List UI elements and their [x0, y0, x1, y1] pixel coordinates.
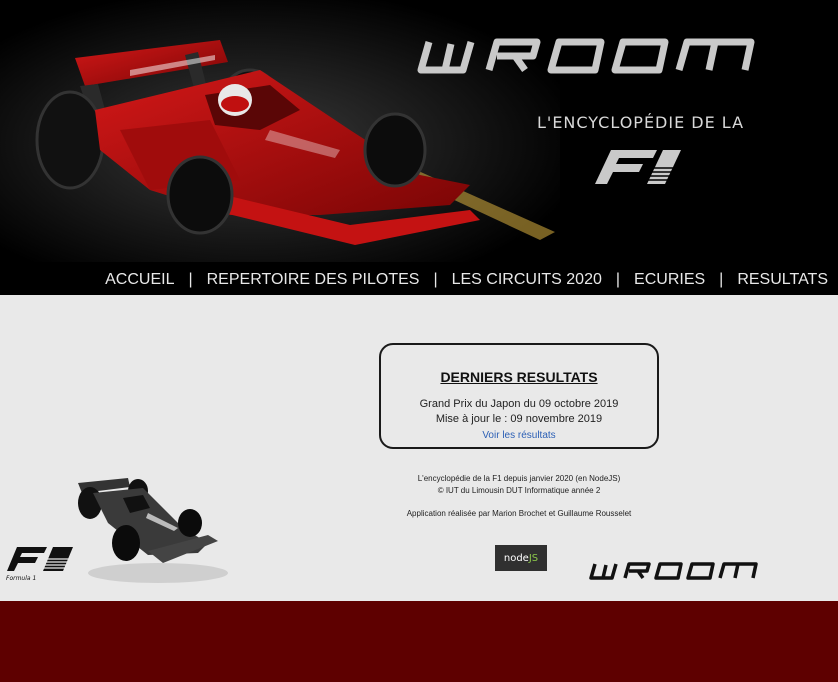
footer-line-1: L'encyclopédie de la F1 depuis janvier 2…: [417, 474, 621, 483]
page-bottom-band: [0, 601, 838, 682]
nav-item-ecuries[interactable]: ECURIES: [634, 271, 705, 289]
site-tagline: L'ENCYCLOPÉDIE DE LA: [537, 113, 745, 132]
f1-logo: [595, 150, 681, 184]
latest-results-card: DERNIERS RESULTATS Grand Prix du Japon d…: [379, 343, 659, 449]
nav-item-accueil[interactable]: ACCUEIL: [105, 271, 174, 289]
latest-results-grand-prix: Grand Prix du Japon du 09 octobre 2019: [419, 398, 619, 410]
nav-item-repertoire-pilotes[interactable]: REPERTOIRE DES PILOTES: [207, 271, 420, 289]
nav-separator: |: [615, 271, 621, 288]
f1-car-image: [78, 478, 228, 583]
nav-item-resultats[interactable]: RESULTATS: [737, 271, 828, 289]
main-nav: ACCUEIL | REPERTOIRE DES PILOTES | LES C…: [105, 268, 828, 292]
nav-separator: |: [188, 271, 193, 288]
latest-results-update-date: Mise à jour le : 09 novembre 2019: [435, 413, 603, 425]
footer-line-2: © IUT du Limousin DUT Informatique année…: [437, 486, 601, 495]
nodejs-logo-js: JS: [528, 552, 539, 564]
main-content: DERNIERS RESULTATS Grand Prix du Japon d…: [0, 295, 838, 601]
wroom-footer-logo: [589, 562, 758, 580]
nav-separator: |: [719, 271, 724, 288]
site-header: L'ENCYCLOPÉDIE DE LA ACCUEIL | REPERTOIR…: [0, 0, 838, 295]
nodejs-logo: node JS: [495, 545, 547, 571]
f1-footer-logo: Formula 1: [6, 547, 73, 582]
view-results-link[interactable]: Voir les résultats: [482, 430, 555, 441]
nav-separator: |: [433, 271, 438, 288]
wroom-logo: [417, 38, 755, 74]
footer-credits: Application réalisée par Marion Brochet …: [406, 509, 632, 518]
latest-results-title: DERNIERS RESULTATS: [440, 369, 598, 385]
footer-info: L'encyclopédie de la F1 depuis janvier 2…: [379, 473, 659, 497]
f1-footer-caption: Formula 1: [6, 575, 36, 582]
nav-item-circuits[interactable]: LES CIRCUITS 2020: [452, 271, 602, 289]
nodejs-logo-text: node: [503, 552, 529, 564]
